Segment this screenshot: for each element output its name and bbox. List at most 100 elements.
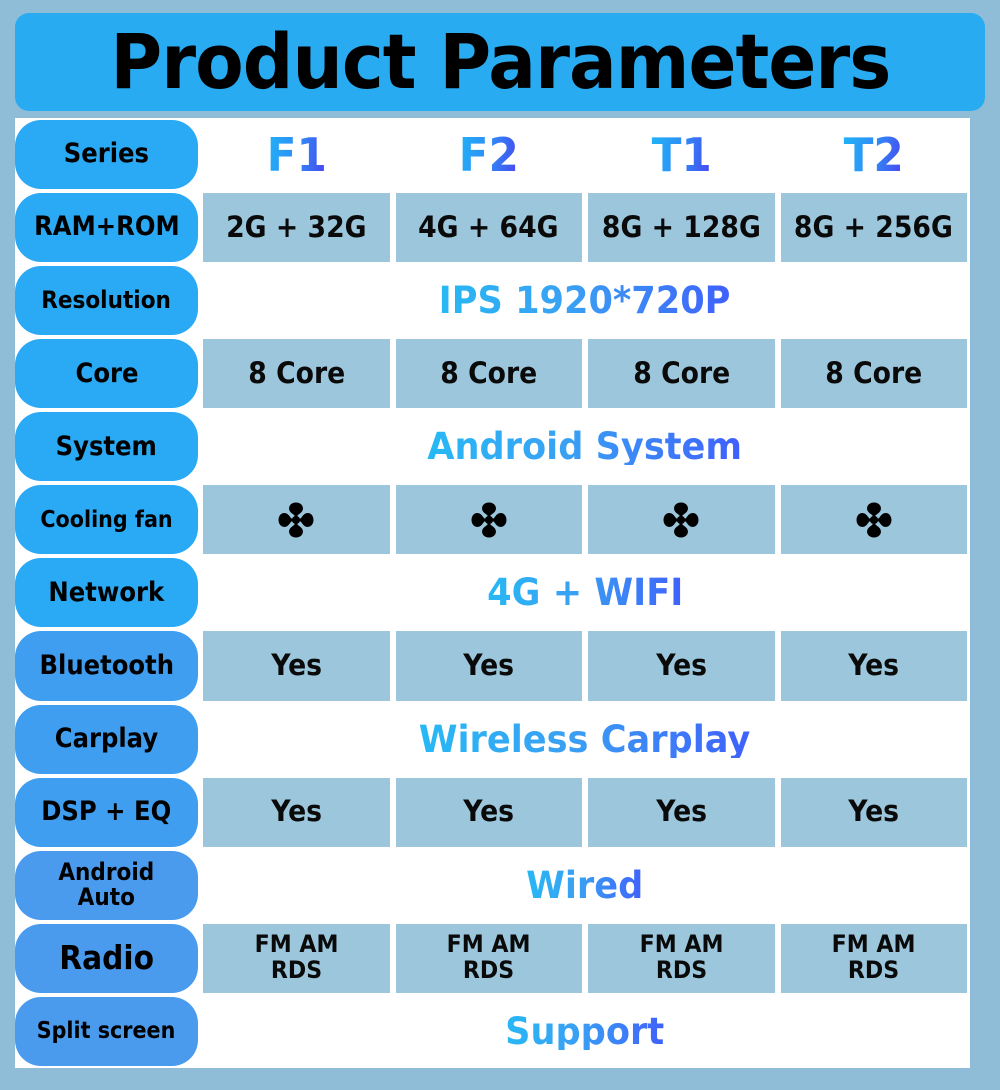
merged-value-cell: IPS 1920*720P [200, 264, 970, 338]
row-label-cell: Bluetooth [15, 629, 200, 702]
row-label-pill[interactable]: Cooling fan [15, 485, 198, 555]
value-cell: 8 Core [780, 339, 967, 409]
row-label-text: DSP + EQ [41, 795, 172, 827]
table-row: Carplay Wireless Carplay [15, 702, 970, 776]
value-cell-text: FM AM RDS [831, 930, 916, 985]
value-cell-text: Yes [655, 794, 707, 829]
value-cell: Yes [203, 631, 390, 701]
value-cell [395, 485, 582, 555]
parameters-table: Series F1 F2 T1 T2 RAM+ROM 2G + 32G 4G + 64G 8G … [15, 118, 970, 1068]
value-cell: 8 Core [395, 339, 582, 409]
table-row: Split screen Support [15, 994, 970, 1068]
row-label-cell: RAM+ROM [15, 191, 200, 264]
value-cell-text: FM AM RDS [446, 930, 531, 985]
row-label-text: Core [75, 357, 138, 389]
row-label-pill[interactable]: Resolution [15, 266, 198, 336]
value-cell: 8 Core [203, 339, 390, 409]
row-label-cell: Cooling fan [15, 483, 200, 556]
value-cell-text: 8 Core [825, 356, 923, 391]
series-cell-text: T2 [843, 127, 904, 182]
series-cell-text: F1 [266, 127, 327, 182]
row-label-cell: Radio [15, 922, 200, 995]
row-label-pill[interactable]: System [15, 412, 198, 482]
row-label-text: Radio [59, 937, 154, 977]
value-cell-text: Yes [848, 794, 900, 829]
table-row: Resolution IPS 1920*720P [15, 264, 970, 338]
value-cell-text: FM AM RDS [254, 930, 339, 985]
value-cell: Yes [588, 777, 775, 847]
row-label-cell: DSP + EQ [15, 776, 200, 849]
merged-value-cell: Wireless Carplay [200, 702, 970, 776]
value-cell-text: Yes [655, 648, 707, 683]
table-row: Android Auto Wired [15, 848, 970, 922]
value-cell: 8G + 256G [780, 193, 967, 263]
value-cell: 2G + 32G [203, 193, 390, 263]
row-label-pill[interactable]: Network [15, 558, 198, 628]
row-label-pill[interactable]: Carplay [15, 704, 198, 774]
value-cells: Yes Yes Yes Yes [200, 776, 970, 849]
row-label-cell: Android Auto [15, 849, 200, 922]
table-row: Network 4G + WIFI [15, 556, 970, 630]
page-title: Product Parameters [109, 17, 891, 106]
row-label-text: System [55, 430, 158, 462]
row-label-cell: Carplay [15, 703, 200, 776]
value-cell-text: 8G + 128G [601, 209, 761, 244]
value-cells: 2G + 32G 4G + 64G 8G + 128G 8G + 256G [200, 191, 970, 264]
fan-icon [658, 497, 704, 543]
row-label-pill[interactable]: DSP + EQ [15, 777, 198, 847]
row-label-text: Cooling fan [40, 506, 173, 533]
merged-value-text: IPS 1920*720P [435, 282, 734, 319]
value-cells: 8 Core 8 Core 8 Core 8 Core [200, 337, 970, 410]
value-cell [780, 485, 967, 555]
series-cell-text: T1 [651, 127, 712, 182]
table-row: Cooling fan [15, 483, 970, 556]
row-label-text: Bluetooth [39, 649, 174, 681]
merged-value-text: Android System [424, 428, 746, 465]
table-row: DSP + EQ Yes Yes Yes Yes [15, 776, 970, 849]
row-label-text: Split screen [37, 1018, 176, 1045]
value-cell: 4G + 64G [395, 193, 582, 263]
value-cell-text: 8G + 256G [794, 209, 954, 244]
row-label-pill[interactable]: Radio [15, 923, 198, 993]
series-cell-text: F2 [458, 127, 519, 182]
row-label-pill[interactable]: Android Auto [15, 850, 198, 920]
series-cell: T2 [778, 118, 971, 191]
series-cell: F2 [393, 118, 586, 191]
row-label-cell: Network [15, 556, 200, 629]
merged-value-text: Wired [523, 867, 648, 904]
row-label-cell: System [15, 410, 200, 483]
row-label-text: Series [63, 138, 150, 170]
product-parameters-page: Product Parameters Series F1 F2 T1 T2 RAM+ROM… [0, 0, 1000, 1090]
fan-icon [466, 497, 512, 543]
table-row: Series F1 F2 T1 T2 [15, 118, 971, 192]
value-cell-text: 8 Core [632, 356, 730, 391]
row-label-pill[interactable]: Series [15, 120, 198, 190]
row-label-pill[interactable]: Split screen [15, 996, 198, 1066]
row-label-pill[interactable]: Bluetooth [15, 631, 198, 701]
value-cell: FM AM RDS [780, 923, 967, 993]
row-label-text: Carplay [54, 722, 159, 754]
series-header-cells: F1 F2 T1 T2 [200, 118, 971, 192]
table-row: Bluetooth Yes Yes Yes Yes [15, 629, 970, 702]
icon-value-cells [200, 483, 970, 556]
value-cell: Yes [395, 631, 582, 701]
value-cell-text: Yes [270, 794, 322, 829]
merged-value-cell: Wired [200, 848, 970, 922]
row-label-cell: Resolution [15, 264, 200, 337]
value-cell-text: Yes [463, 648, 515, 683]
value-cell: FM AM RDS [588, 923, 775, 993]
row-label-cell: Core [15, 337, 200, 410]
merged-value-text: 4G + WIFI [483, 574, 687, 611]
value-cell-text: FM AM RDS [639, 930, 724, 985]
value-cell: FM AM RDS [395, 923, 582, 993]
row-label-text: Android Auto [58, 857, 155, 912]
row-label-pill[interactable]: RAM+ROM [15, 193, 198, 263]
value-cell: 8G + 128G [588, 193, 775, 263]
row-label-pill[interactable]: Core [15, 339, 198, 409]
merged-value-cell: Android System [200, 410, 970, 484]
merged-value-cell: Support [200, 994, 970, 1068]
value-cell: Yes [588, 631, 775, 701]
value-cell [588, 485, 775, 555]
value-cell: Yes [203, 777, 390, 847]
value-cells: FM AM RDS FM AM RDS FM AM RDS FM AM RDS [200, 922, 970, 995]
